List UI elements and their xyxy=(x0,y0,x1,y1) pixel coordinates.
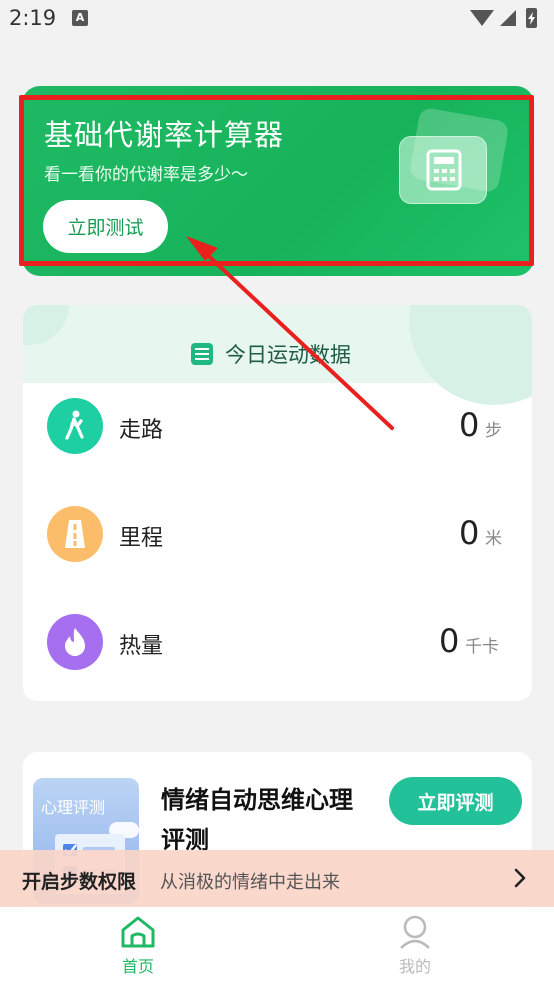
bottom-navigation: 首页 我的 xyxy=(0,907,554,984)
activity-label-walking: 走路 xyxy=(119,418,164,443)
notification-icon: A xyxy=(72,10,88,26)
activity-unit-calories: 千卡 xyxy=(465,637,499,657)
nav-home[interactable]: 首页 xyxy=(98,915,178,977)
activity-row-calories: 热量 0 千卡 xyxy=(23,614,532,674)
flame-icon xyxy=(47,614,103,670)
nav-home-label: 首页 xyxy=(121,957,154,976)
activity-value-calories: 0 xyxy=(439,622,460,660)
user-icon xyxy=(400,915,430,949)
activity-unit-distance: 米 xyxy=(485,529,502,549)
walking-icon xyxy=(47,398,103,454)
activity-unit-walking: 步 xyxy=(485,421,502,441)
step-permission-banner[interactable]: 开启步数权限 从消极的情绪中走出来 xyxy=(0,850,554,907)
highlight-box xyxy=(19,95,534,266)
activity-row-walking: 走路 0 步 xyxy=(23,398,532,458)
status-bar: 2:19 A xyxy=(0,0,554,40)
activity-value-distance: 0 xyxy=(459,514,480,552)
activity-header: 今日运动数据 xyxy=(23,305,532,405)
chevron-right-icon[interactable] xyxy=(510,866,530,890)
nav-profile-label: 我的 xyxy=(398,957,431,976)
start-assessment-button[interactable]: 立即评测 xyxy=(389,777,522,825)
permission-title: 开启步数权限 xyxy=(22,871,137,893)
road-icon xyxy=(47,506,103,562)
wifi-icon xyxy=(470,10,494,26)
activity-label-distance: 里程 xyxy=(119,526,164,551)
activity-label-calories: 热量 xyxy=(119,634,164,659)
nav-profile[interactable]: 我的 xyxy=(375,915,455,977)
psychology-test-title: 情绪自动思维心理评测 xyxy=(161,786,353,854)
status-icons xyxy=(470,8,537,28)
activity-value-walking: 0 xyxy=(459,406,480,444)
signal-icon xyxy=(500,10,516,26)
status-time: 2:19 xyxy=(9,6,57,30)
psychology-image-label: 心理评测 xyxy=(41,798,106,817)
home-icon xyxy=(121,916,155,948)
activity-row-distance: 里程 0 米 xyxy=(23,506,532,566)
permission-description: 从消极的情绪中走出来 xyxy=(160,872,340,893)
list-icon xyxy=(191,343,213,365)
today-activity-card: 今日运动数据 走路 0 步 里程 0 米 热量 0 千卡 xyxy=(23,305,532,701)
activity-title: 今日运动数据 xyxy=(225,343,351,367)
